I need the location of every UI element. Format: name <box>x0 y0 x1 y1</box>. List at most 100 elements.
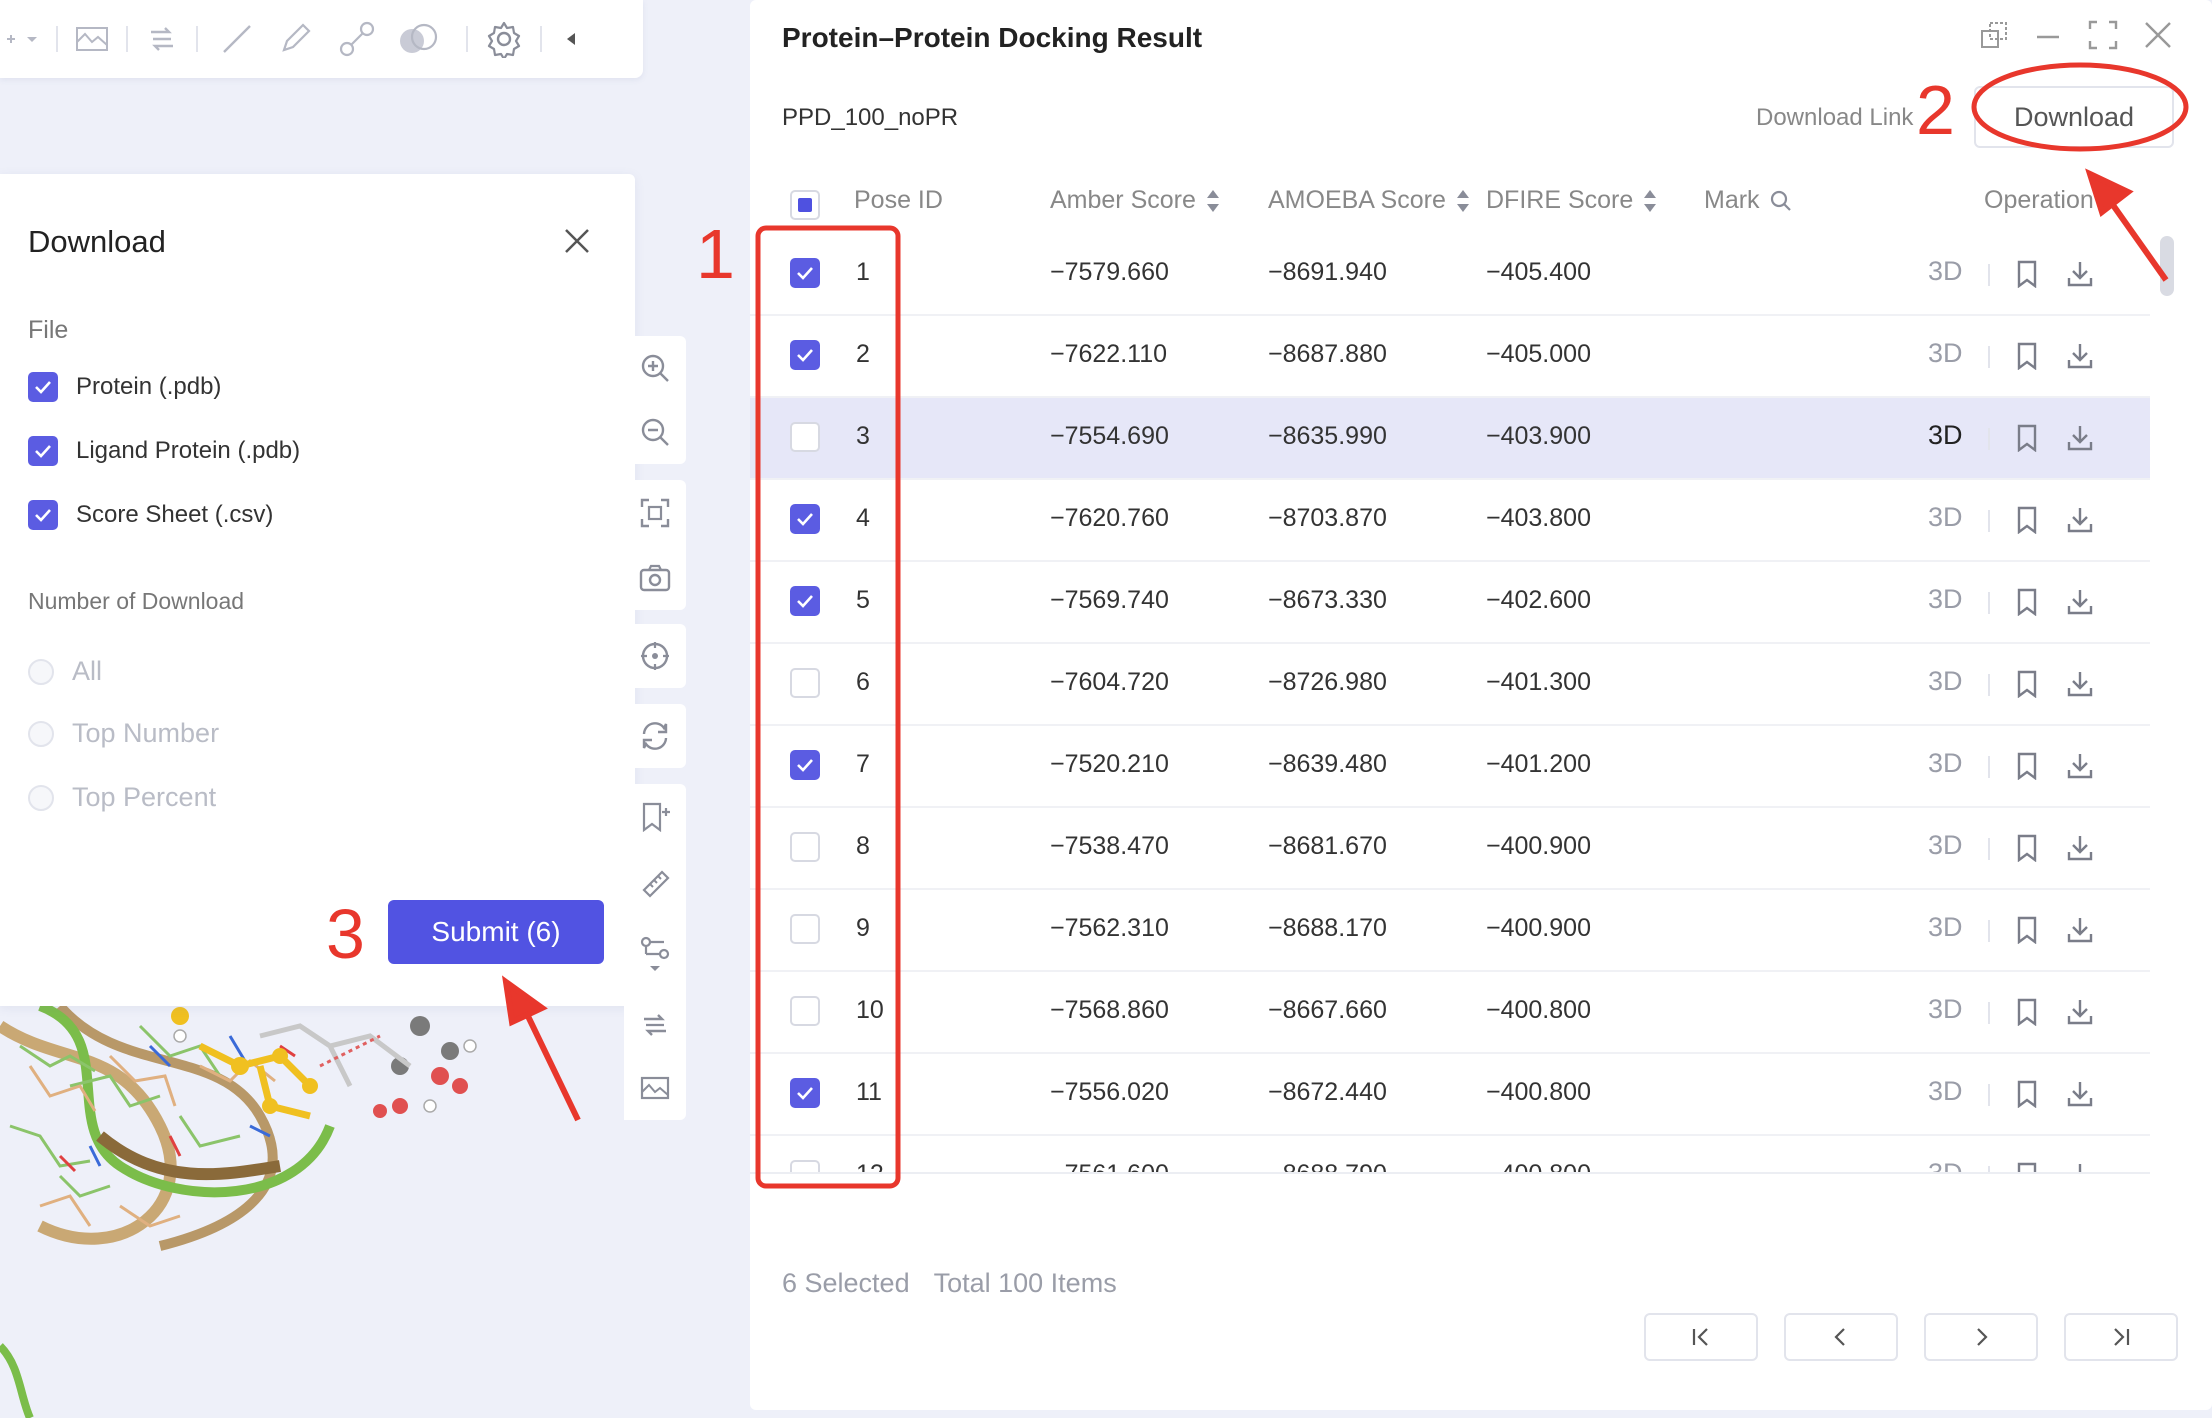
checkbox-checked-icon[interactable] <box>790 750 820 780</box>
copy-window-icon[interactable] <box>1980 21 2008 49</box>
view-3d-button[interactable]: 3D <box>1928 994 1963 1025</box>
swap-icon[interactable] <box>142 0 182 78</box>
download-icon[interactable] <box>2066 1162 2094 1172</box>
download-link[interactable]: Download Link <box>1756 104 1913 132</box>
bookmark-icon[interactable] <box>2016 342 2038 370</box>
bookmark-icon[interactable] <box>2016 506 2038 534</box>
download-icon[interactable] <box>2066 670 2094 698</box>
table-row[interactable]: 4 −7620.760 −8703.870 −403.800 3D <box>750 480 2150 562</box>
view-3d-button[interactable]: 3D <box>1928 256 1963 287</box>
bond-icon[interactable] <box>328 0 386 78</box>
view-3d-button[interactable]: 3D <box>1928 1076 1963 1107</box>
bookmark-icon[interactable] <box>2016 670 2038 698</box>
select-all-checkbox[interactable] <box>790 190 820 220</box>
table-row[interactable]: 12 −7561.600 −8688.790 −400.800 3D <box>750 1136 2150 1172</box>
bookmark-icon[interactable] <box>2016 260 2038 288</box>
target-icon[interactable] <box>639 640 671 672</box>
next-page-button[interactable] <box>1924 1313 2038 1361</box>
table-row[interactable]: 8 −7538.470 −8681.670 −400.900 3D <box>750 808 2150 890</box>
fit-frame-icon[interactable] <box>640 498 670 528</box>
bookmark-icon[interactable] <box>2016 916 2038 944</box>
maximize-icon[interactable] <box>2088 20 2118 50</box>
camera-icon[interactable] <box>639 564 671 592</box>
download-button[interactable]: Download <box>1974 86 2174 148</box>
close-icon[interactable] <box>564 228 590 254</box>
file-option-ligand[interactable]: Ligand Protein (.pdb) <box>28 436 300 466</box>
last-page-button[interactable] <box>2064 1313 2178 1361</box>
column-header-amber[interactable]: Amber Score <box>1050 186 1220 215</box>
table-row[interactable]: 11 −7556.020 −8672.440 −400.800 3D <box>750 1054 2150 1136</box>
download-icon[interactable] <box>2066 588 2094 616</box>
checkbox-unchecked-icon[interactable] <box>790 914 820 944</box>
map-icon[interactable] <box>72 0 112 78</box>
download-icon[interactable] <box>2066 260 2094 288</box>
bookmark-icon[interactable] <box>2016 1162 2038 1172</box>
prev-page-button[interactable] <box>1784 1313 1898 1361</box>
view-3d-button[interactable]: 3D <box>1928 338 1963 369</box>
submit-button[interactable]: Submit (6) <box>388 900 604 964</box>
collapse-arrow-icon[interactable] <box>556 0 586 78</box>
swap-icon[interactable] <box>640 1010 670 1040</box>
overlap-icon[interactable] <box>386 0 452 78</box>
table-row[interactable]: 10 −7568.860 −8667.660 −400.800 3D <box>750 972 2150 1054</box>
checkbox-checked-icon[interactable] <box>790 504 820 534</box>
bookmark-icon[interactable] <box>2016 998 2038 1026</box>
map-icon[interactable] <box>640 1076 670 1102</box>
checkbox-checked-icon[interactable] <box>790 340 820 370</box>
view-3d-button[interactable]: 3D <box>1928 1158 1963 1172</box>
view-3d-button[interactable]: 3D <box>1928 420 1963 451</box>
download-icon[interactable] <box>2066 342 2094 370</box>
view-3d-button[interactable]: 3D <box>1928 666 1963 697</box>
column-header-amoeba[interactable]: AMOEBA Score <box>1268 186 1470 215</box>
file-option-score-sheet[interactable]: Score Sheet (.csv) <box>28 500 273 530</box>
table-row[interactable]: 7 −7520.210 −8639.480 −401.200 3D <box>750 726 2150 808</box>
checkbox-checked-icon[interactable] <box>28 500 58 530</box>
gear-icon[interactable] <box>482 0 526 78</box>
checkbox-unchecked-icon[interactable] <box>790 422 820 452</box>
add-dropdown-icon[interactable] <box>2 0 42 78</box>
checkbox-unchecked-icon[interactable] <box>790 996 820 1026</box>
download-icon[interactable] <box>2066 506 2094 534</box>
view-3d-button[interactable]: 3D <box>1928 584 1963 615</box>
first-page-button[interactable] <box>1644 1313 1758 1361</box>
search-icon[interactable] <box>1770 190 1792 212</box>
checkbox-checked-icon[interactable] <box>790 1078 820 1108</box>
checkbox-checked-icon[interactable] <box>28 436 58 466</box>
bookmark-icon[interactable] <box>2016 834 2038 862</box>
bookmark-icon[interactable] <box>2016 424 2038 452</box>
bookmark-icon[interactable] <box>2016 752 2038 780</box>
radio-all[interactable]: All <box>28 656 102 687</box>
bookmark-add-icon[interactable] <box>640 802 670 832</box>
rotate-icon[interactable] <box>639 720 671 752</box>
zoom-in-icon[interactable] <box>640 353 670 383</box>
line-icon[interactable] <box>212 0 262 78</box>
molecule-3d-view[interactable] <box>0 1006 640 1418</box>
checkbox-checked-icon[interactable] <box>790 586 820 616</box>
radio-top-percent[interactable]: Top Percent <box>28 782 216 813</box>
file-option-protein[interactable]: Protein (.pdb) <box>28 372 221 402</box>
radio-button-icon[interactable] <box>28 720 54 747</box>
pencil-icon[interactable] <box>262 0 328 78</box>
zoom-out-icon[interactable] <box>640 417 670 447</box>
download-icon[interactable] <box>2066 1080 2094 1108</box>
table-row[interactable]: 3 −7554.690 −8635.990 −403.900 3D <box>750 398 2150 480</box>
table-row[interactable]: 2 −7622.110 −8687.880 −405.000 3D <box>750 316 2150 398</box>
table-scrollbar[interactable] <box>2160 236 2174 296</box>
bookmark-icon[interactable] <box>2016 588 2038 616</box>
radio-button-icon[interactable] <box>28 658 54 685</box>
download-icon[interactable] <box>2066 424 2094 452</box>
checkbox-checked-icon[interactable] <box>790 258 820 288</box>
minimize-icon[interactable] <box>2034 21 2062 49</box>
table-row[interactable]: 1 −7579.660 −8691.940 −405.400 3D <box>750 234 2150 316</box>
checkbox-checked-icon[interactable] <box>28 372 58 402</box>
table-row[interactable]: 6 −7604.720 −8726.980 −401.300 3D <box>750 644 2150 726</box>
table-row[interactable]: 9 −7562.310 −8688.170 −400.900 3D <box>750 890 2150 972</box>
checkbox-unchecked-icon[interactable] <box>790 832 820 862</box>
view-3d-button[interactable]: 3D <box>1928 830 1963 861</box>
view-3d-button[interactable]: 3D <box>1928 502 1963 533</box>
sort-icon[interactable] <box>1456 188 1470 214</box>
column-header-mark[interactable]: Mark <box>1704 186 1792 215</box>
bookmark-icon[interactable] <box>2016 1080 2038 1108</box>
ruler-icon[interactable] <box>640 868 670 898</box>
sort-icon[interactable] <box>1643 188 1657 214</box>
